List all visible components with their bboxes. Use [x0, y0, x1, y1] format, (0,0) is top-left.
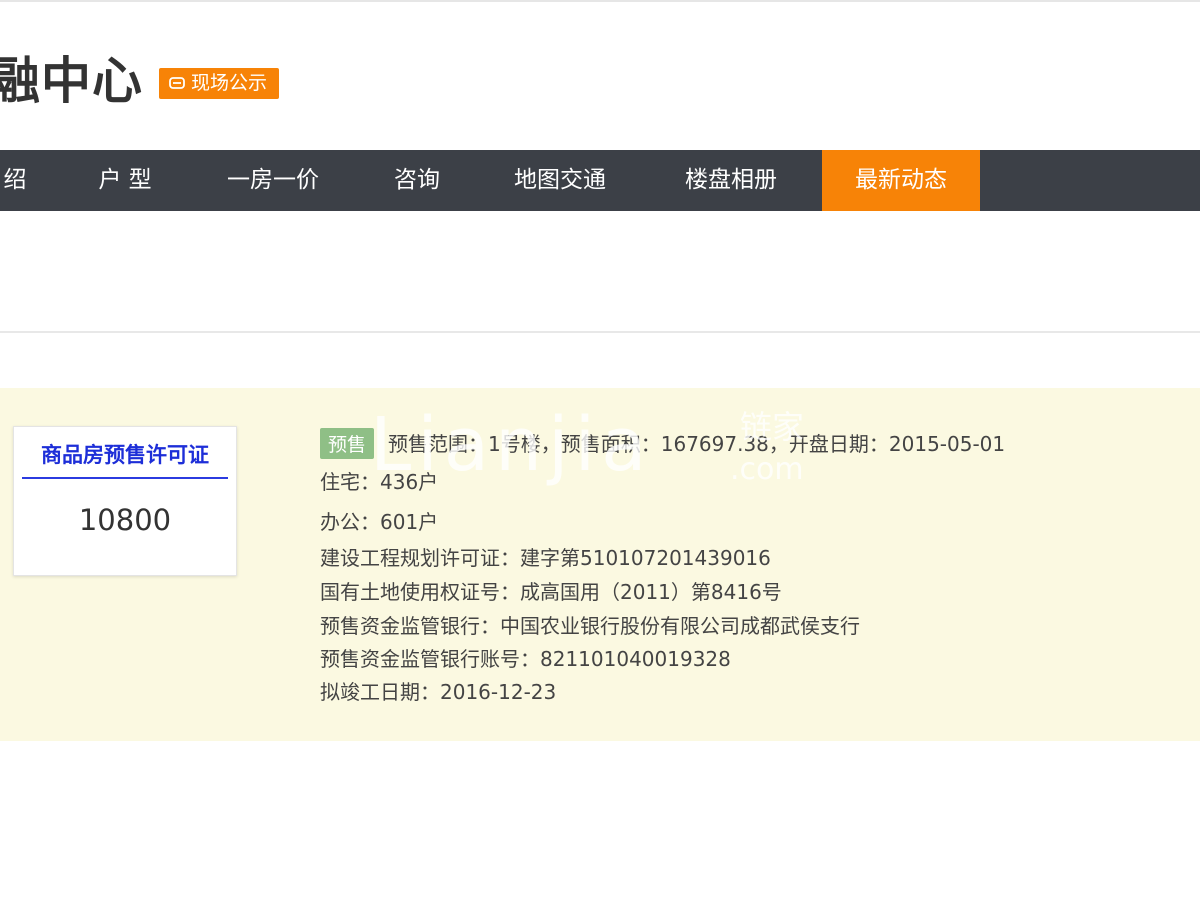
- presale-scope-text: 预售范围：1号楼，预售面积：167697.38，开盘日期：2015-05-01: [388, 432, 1006, 456]
- nav-item-consult[interactable]: 咨询: [380, 150, 454, 211]
- top-rule: [0, 0, 1200, 2]
- presale-info-panel: 商品房预售许可证 10800 预售 预售范围：1号楼，预售面积：167697.38…: [0, 388, 1200, 741]
- detail-row-residential: 住宅：436户: [320, 470, 439, 494]
- nav-item-price-list[interactable]: 一房一价: [210, 150, 336, 211]
- detail-row-bank-account: 预售资金监管银行账号：821101040019328: [320, 647, 731, 671]
- detail-row-land-permit: 国有土地使用权证号：成高国用（2011）第8416号: [320, 580, 782, 604]
- detail-row-supervising-bank: 预售资金监管银行：中国农业银行股份有限公司成都武侯支行: [320, 614, 860, 638]
- permit-underline: [22, 477, 228, 479]
- nav-item-floorplan[interactable]: 户 型: [82, 150, 168, 211]
- navbar: 绍 户 型 一房一价 咨询 地图交通 楼盘相册 最新动态: [0, 150, 1200, 211]
- live-badge-label: 现场公示: [191, 72, 268, 94]
- permit-card: 商品房预售许可证 10800: [13, 426, 237, 576]
- detail-row-completion-date: 拟竣工日期：2016-12-23: [320, 680, 557, 704]
- nav-item-news[interactable]: 最新动态: [822, 150, 980, 211]
- page: 融中心 现场公示 绍 户 型 一房一价 咨询 地图交通 楼盘相册 最新动态 商品…: [0, 0, 1200, 900]
- detail-row-office: 办公：601户: [320, 510, 439, 534]
- chat-icon: [169, 76, 185, 89]
- live-badge[interactable]: 现场公示: [159, 68, 280, 99]
- nav-item-intro[interactable]: 绍: [0, 150, 40, 211]
- presale-tag: 预售: [320, 428, 375, 459]
- detail-row-scope: 预售 预售范围：1号楼，预售面积：167697.38，开盘日期：2015-05-0…: [320, 428, 1005, 459]
- permit-title: 商品房预售许可证: [41, 443, 209, 467]
- project-title: 融中心: [0, 52, 143, 110]
- detail-row-planning-permit: 建设工程规划许可证：建字第510107201439016: [320, 546, 771, 570]
- section-divider: [0, 331, 1200, 333]
- permit-number: 10800: [78, 503, 172, 537]
- nav-item-map-transit[interactable]: 地图交通: [498, 150, 622, 211]
- header: 融中心 现场公示: [0, 48, 1200, 118]
- nav-item-album[interactable]: 楼盘相册: [666, 150, 796, 211]
